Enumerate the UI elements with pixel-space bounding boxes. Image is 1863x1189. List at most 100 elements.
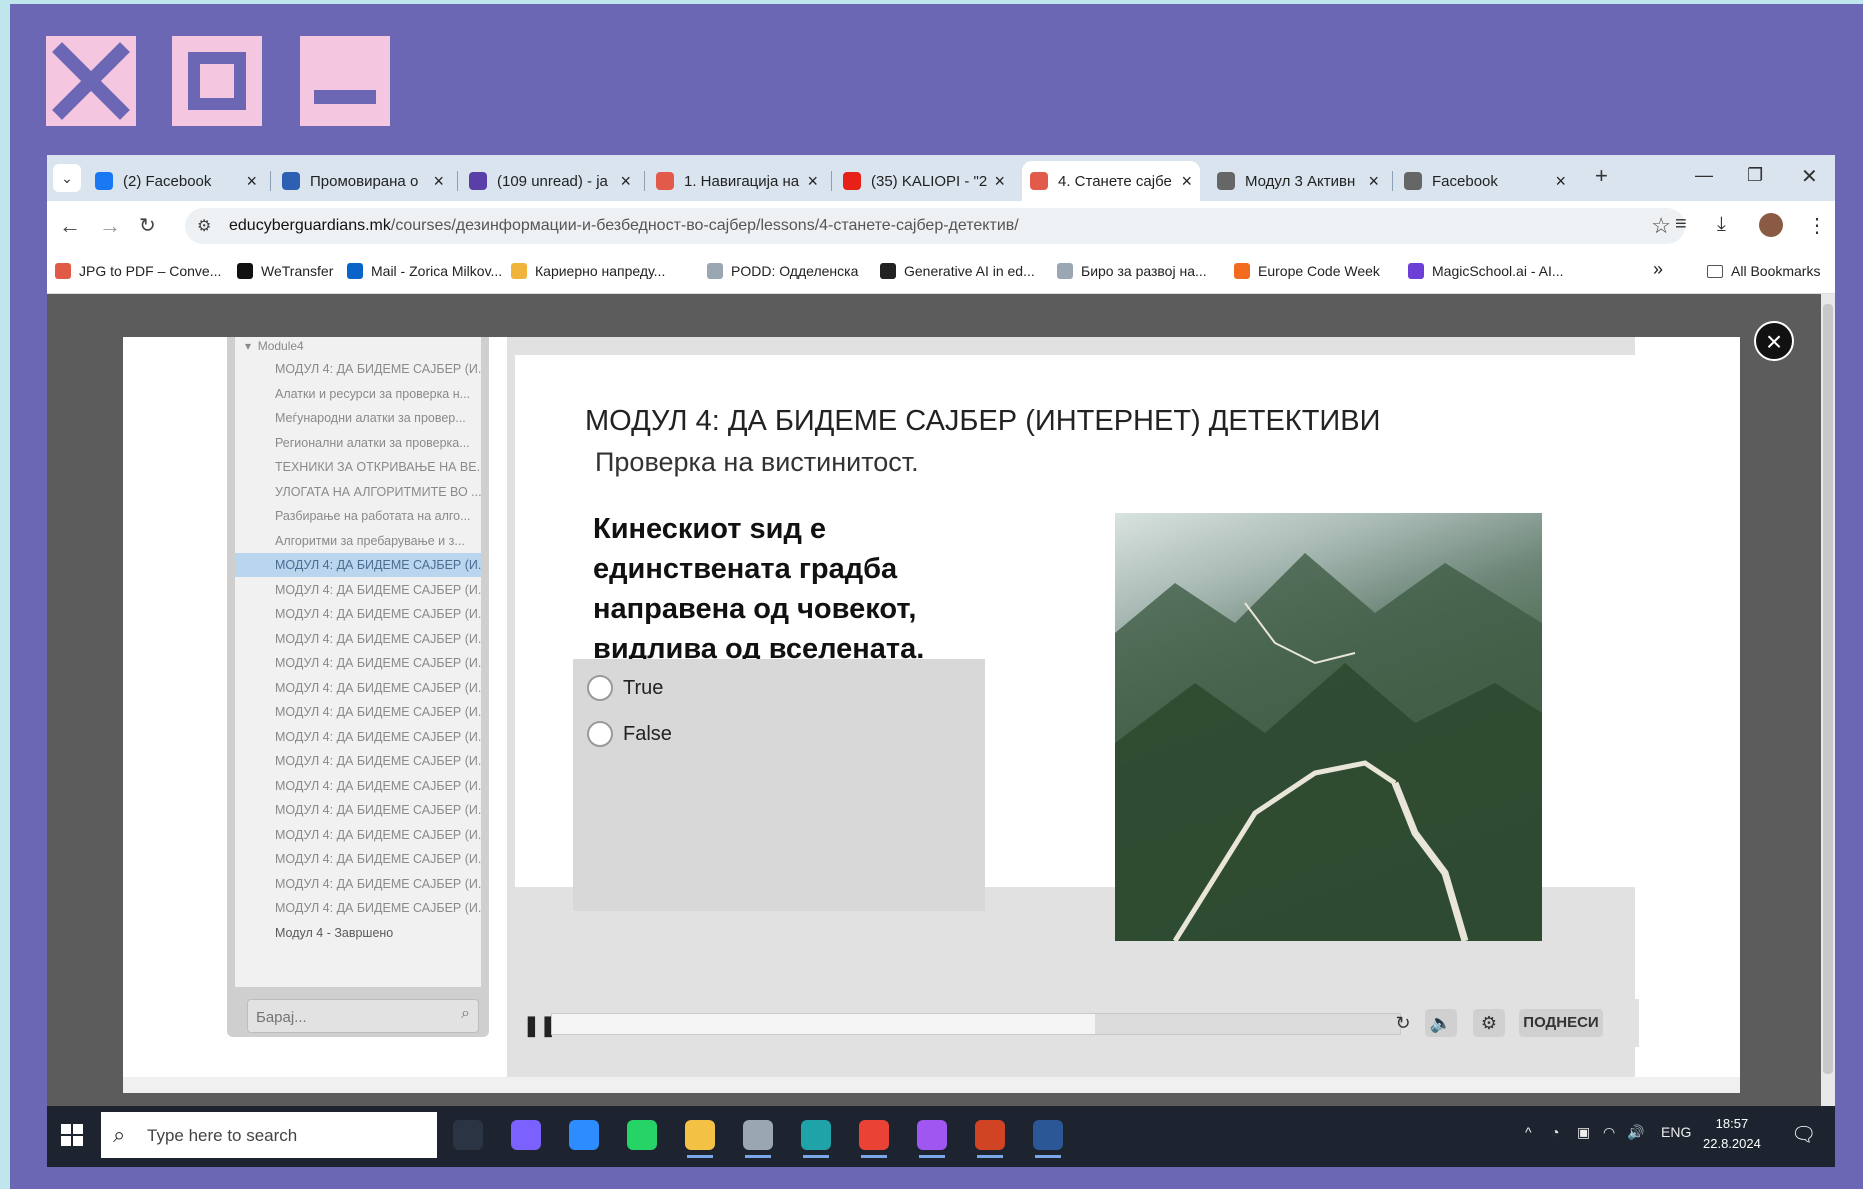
volume-icon[interactable]: 🔈 (1425, 1009, 1457, 1037)
bookmark-item[interactable]: PODD: Одделенска (707, 263, 858, 279)
tab-7[interactable]: Модул 3 Активн × (1209, 161, 1387, 201)
chrome-icon[interactable] (859, 1120, 889, 1158)
outline-item[interactable]: УЛОГАТА НА АЛГОРИТМИТЕ ВО ... (235, 480, 481, 504)
tab-list-button[interactable]: ⌄ (53, 164, 81, 192)
bookmark-star-icon[interactable]: ☆ (1651, 213, 1671, 239)
tab-close-icon[interactable]: × (246, 171, 257, 192)
bookmark-item[interactable]: JPG to PDF – Conve... (55, 263, 221, 279)
more-bookmarks-button[interactable]: » (1653, 259, 1663, 280)
powerpoint-icon[interactable] (975, 1120, 1005, 1158)
outline-item[interactable]: Регионални алатки за проверка... (235, 431, 481, 455)
task-view-icon[interactable] (453, 1120, 483, 1150)
url-text[interactable]: educyberguardians.mk/courses/дезинформац… (229, 217, 1019, 235)
tab-close-icon[interactable]: × (620, 171, 631, 192)
tab-5[interactable]: (35) KALIOPI - "2 × (835, 161, 1013, 201)
option-true[interactable]: True (587, 675, 663, 701)
outline-item[interactable]: Разбирање на работата на алго... (235, 504, 481, 528)
outline-item[interactable]: МОДУЛ 4: ДА БИДЕМЕ САЈБЕР (И... (235, 749, 481, 773)
outline-item[interactable]: МОДУЛ 4: ДА БИДЕМЕ САЈБЕР (И... (235, 676, 481, 700)
outline-item[interactable]: Меѓународни алатки за провер... (235, 406, 481, 430)
tab-3[interactable]: (109 unread) - ja × (461, 161, 639, 201)
close-window-button[interactable]: ✕ (1801, 164, 1818, 189)
taskbar-search[interactable]: ⌕ Type here to search (101, 1112, 437, 1158)
outline-item[interactable]: Алатки и ресурси за проверка н... (235, 382, 481, 406)
replay-icon[interactable]: ↻ (1387, 1009, 1419, 1037)
site-info-icon[interactable]: ⚙ (197, 216, 211, 236)
minimize-button[interactable]: — (1695, 165, 1713, 186)
bookmark-item[interactable]: Generative AI in ed... (880, 263, 1035, 279)
all-bookmarks-button[interactable]: All Bookmarks (1707, 263, 1820, 279)
outline-item[interactable]: МОДУЛ 4: ДА БИДЕМЕ САЈБЕР (И... (235, 725, 481, 749)
zoom-icon[interactable] (569, 1120, 599, 1150)
settings-icon[interactable]: ⚙ (1473, 1009, 1505, 1037)
tab-2[interactable]: Промовирана о × (274, 161, 452, 201)
tab-close-icon[interactable]: × (1555, 171, 1566, 192)
reading-list-icon[interactable]: ≡ (1675, 213, 1687, 236)
reload-icon[interactable]: ↻ (139, 213, 156, 238)
copilot-icon[interactable] (511, 1120, 541, 1150)
option-false[interactable]: False (587, 721, 672, 747)
bookmark-item[interactable]: Europe Code Week (1234, 263, 1380, 279)
forward-icon[interactable]: → (99, 213, 121, 239)
bookmark-item[interactable]: WeTransfer (237, 263, 333, 279)
file-explorer-icon[interactable] (685, 1120, 715, 1158)
word-icon[interactable] (1033, 1120, 1063, 1158)
profile-avatar[interactable] (1759, 213, 1783, 237)
outline-item[interactable]: МОДУЛ 4: ДА БИДЕМЕ САЈБЕР (И... (235, 357, 481, 381)
outline-item[interactable]: МОДУЛ 4: ДА БИДЕМЕ САЈБЕР (И... (235, 872, 481, 896)
outline-item[interactable]: МОДУЛ 4: ДА БИДЕМЕ САЈБЕР (И... (235, 798, 481, 822)
outline-item[interactable]: МОДУЛ 4: ДА БИДЕМЕ САЈБЕР (И... (235, 627, 481, 651)
outline-item[interactable]: Модул 4 - Завршено (235, 921, 481, 945)
edge-icon[interactable] (801, 1120, 831, 1158)
outline-item[interactable]: Алгоритми за пребарување и з... (235, 529, 481, 553)
outline-search-input[interactable] (254, 1004, 438, 1030)
bookmark-item[interactable]: Биро за развој на... (1057, 263, 1207, 279)
outline-item[interactable]: МОДУЛ 4: ДА БИДЕМЕ САЈБЕР (И... (235, 578, 481, 602)
whatsapp-icon[interactable] (627, 1120, 657, 1150)
messenger-icon[interactable] (917, 1120, 947, 1158)
chevron-up-icon[interactable]: ^ (1525, 1124, 1532, 1140)
search-icon[interactable]: ⌕ (461, 1005, 470, 1023)
tab-close-icon[interactable]: × (1368, 171, 1379, 192)
radio-button[interactable] (587, 721, 613, 747)
outline-item[interactable]: МОДУЛ 4: ДА БИДЕМЕ САЈБЕР (И... (235, 774, 481, 798)
outline-item[interactable]: ТЕХНИКИ ЗА ОТКРИВАЊЕ НА ВЕ... (235, 455, 481, 479)
outline-search[interactable]: ⌕ (247, 999, 479, 1033)
restore-button[interactable]: ❐ (1747, 165, 1763, 186)
tab-4[interactable]: 1. Навигација на × (648, 161, 826, 201)
windows-start-icon[interactable] (61, 1124, 83, 1146)
scrollbar-thumb[interactable] (1823, 304, 1833, 1074)
back-icon[interactable]: ← (59, 213, 81, 239)
volume-icon[interactable]: 🔊 (1627, 1124, 1644, 1141)
microphone-icon[interactable] (743, 1120, 773, 1158)
outline-item[interactable]: МОДУЛ 4: ДА БИДЕМЕ САЈБЕР (И... (235, 651, 481, 675)
tab-8[interactable]: Facebook × (1396, 161, 1574, 201)
bookmark-item[interactable]: MagicSchool.ai - AI... (1408, 263, 1564, 279)
menu-icon[interactable]: ⋮ (1807, 213, 1827, 238)
submit-button[interactable]: ПОДНЕСИ (1519, 1009, 1603, 1037)
outline-item[interactable]: МОДУЛ 4: ДА БИДЕМЕ САЈБЕР (И... (235, 700, 481, 724)
radio-button[interactable] (587, 675, 613, 701)
bookmark-item[interactable]: Кариерно напреду... (511, 263, 665, 279)
display-icon[interactable]: ▣ (1577, 1124, 1590, 1141)
new-tab-button[interactable]: + (1595, 163, 1608, 189)
bookmark-item[interactable]: Mail - Zorica Milkov... (347, 263, 502, 279)
tab-1[interactable]: (2) Facebook × (87, 161, 265, 201)
tab-close-icon[interactable]: × (807, 171, 818, 192)
network-icon[interactable]: ◔ (1551, 1124, 1559, 1140)
module-header[interactable]: ▾ Module4 (245, 339, 304, 353)
outline-item[interactable]: МОДУЛ 4: ДА БИДЕМЕ САЈБЕР (И... (235, 553, 481, 577)
tab-close-icon[interactable]: × (433, 171, 444, 192)
outline-item[interactable]: МОДУЛ 4: ДА БИДЕМЕ САЈБЕР (И... (235, 896, 481, 920)
wifi-icon[interactable]: ◠ (1603, 1124, 1615, 1141)
seek-bar[interactable] (551, 1013, 1401, 1035)
clock[interactable]: 18:57 22.8.2024 (1703, 1114, 1761, 1154)
close-lesson-button[interactable]: × (1754, 321, 1794, 361)
tab-close-icon[interactable]: × (994, 171, 1005, 192)
outline-item[interactable]: МОДУЛ 4: ДА БИДЕМЕ САЈБЕР (И... (235, 602, 481, 626)
tab-6[interactable]: 4. Станете сајбе × (1022, 161, 1200, 201)
tab-close-icon[interactable]: × (1181, 171, 1192, 192)
page-scrollbar[interactable] (1821, 294, 1835, 1106)
outline-item[interactable]: МОДУЛ 4: ДА БИДЕМЕ САЈБЕР (И... (235, 823, 481, 847)
horizontal-scrollbar[interactable] (123, 1077, 1740, 1093)
